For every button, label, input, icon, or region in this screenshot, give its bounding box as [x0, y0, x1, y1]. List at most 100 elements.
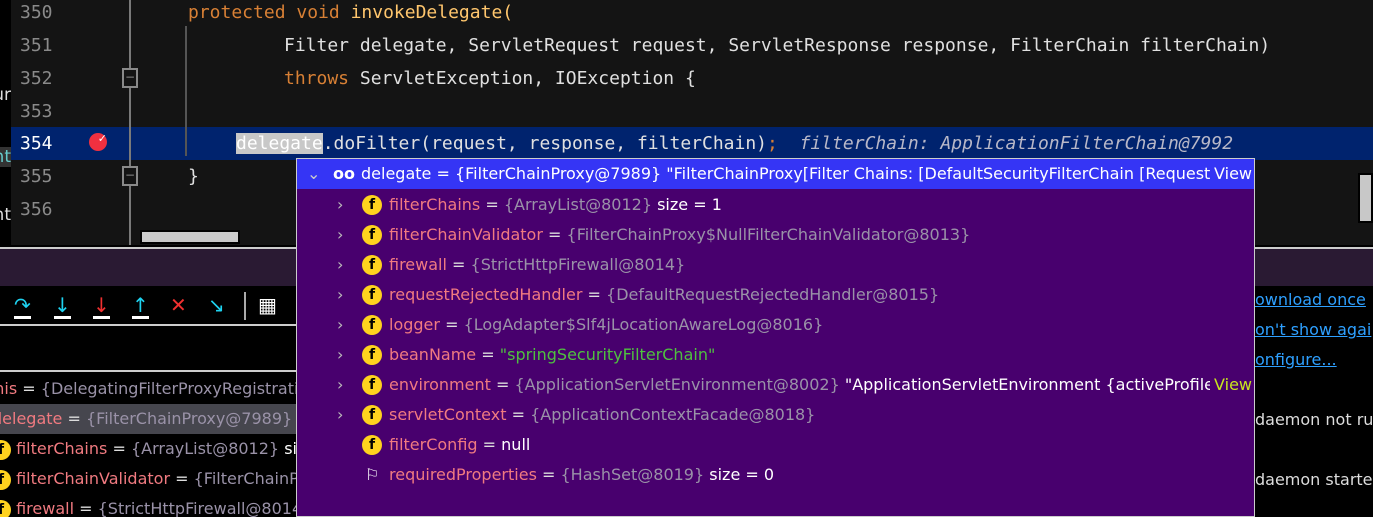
chevron-right-icon[interactable]: › — [337, 280, 343, 310]
code-text: invokeDelegate( — [350, 2, 514, 23]
code-line: 353 — [11, 95, 1373, 128]
line-number: 353 — [20, 101, 53, 122]
chevron-right-icon[interactable]: › — [337, 310, 343, 340]
field-extra: size = 0 — [709, 465, 775, 484]
chevron-right-icon[interactable]: › — [337, 190, 343, 220]
code-line: 352 throws ServletException, IOException … — [11, 62, 1373, 95]
field-icon: f — [362, 405, 382, 425]
dont-show-again-link[interactable]: on't show agai — [1255, 320, 1371, 339]
line-number: 352 — [20, 68, 53, 89]
log-message: daemon starte — [1255, 470, 1373, 489]
field-name: environment — [389, 375, 491, 394]
popup-field-row[interactable]: › f filterChains = {ArrayList@8012} size =… — [297, 190, 1254, 220]
step-out-icon[interactable]: ↑ — [132, 294, 149, 319]
notifications-panel: ownload once on't show agai onfigure... … — [1255, 290, 1373, 517]
field-name: filterConfig — [389, 435, 478, 454]
view-link[interactable]: View — [1210, 370, 1252, 400]
field-value: {ApplicationContextFacade@8018} — [530, 405, 816, 424]
fragment-text: nt — [0, 147, 11, 167]
var-name: delegate — [361, 164, 432, 183]
field-value: {LogAdapter$Slf4jLocationAwareLog@8016} — [463, 315, 824, 334]
breakpoint-icon[interactable]: ✓ — [89, 133, 107, 151]
var-name: filterChainValidator — [16, 469, 171, 488]
view-link[interactable]: View — [1210, 159, 1252, 189]
variable-row[interactable]: this = {DelegatingFilterProxyRegistratio — [0, 374, 296, 404]
field-icon: f — [0, 439, 11, 460]
var-value: {FilterChainProxy@7989} — [85, 409, 293, 428]
variable-row[interactable]: f firewall = {StrictHttpFirewall@8014} — [0, 494, 296, 517]
field-icon: f — [362, 435, 382, 455]
field-icon: f — [362, 255, 382, 275]
chevron-right-icon[interactable]: › — [337, 370, 343, 400]
field-value: {ArrayList@8012} — [503, 195, 652, 214]
force-step-into-icon[interactable]: ↓ — [93, 294, 110, 319]
vertical-scrollbar[interactable] — [1358, 173, 1373, 223]
popup-field-row[interactable]: ⚐ requiredProperties = {HashSet@8019} siz… — [297, 460, 1254, 490]
field-name: filterChains — [389, 195, 481, 214]
chevron-right-icon[interactable]: › — [337, 400, 343, 430]
chevron-right-icon[interactable]: › — [337, 250, 343, 280]
current-execution-line: 354 delegate.doFilter(request, response, … — [11, 127, 1373, 160]
chevron-right-icon[interactable]: › — [337, 220, 343, 250]
var-value: {StrictHttpFirewall@8014} — [97, 499, 296, 517]
chevron-down-icon[interactable]: ⌄ — [307, 159, 320, 189]
flag-icon: ⚐ — [365, 465, 380, 484]
code-text: Filter delegate, ServletRequest request,… — [284, 35, 1271, 56]
step-over-icon[interactable]: ↷ — [14, 294, 31, 319]
selected-text: delegate — [236, 133, 323, 154]
code-line: 351 Filter delegate, ServletRequest reque… — [11, 29, 1373, 62]
var-string: "FilterChainProxy[Filter Chains: [Defaul… — [666, 164, 1234, 183]
variable-row[interactable]: delegate = {FilterChainProxy@7989} "F — [0, 404, 296, 434]
popup-field-row[interactable]: › f beanName = "springSecurityFilterChain" — [297, 340, 1254, 370]
fragment-text: ur — [0, 85, 11, 105]
variable-row[interactable]: f filterChains = {ArrayList@8012} size — [0, 434, 296, 464]
drop-frame-icon[interactable]: ✕ — [170, 294, 187, 316]
gutter-divider — [129, 0, 131, 245]
field-name: filterChainValidator — [389, 225, 543, 244]
indent-guide — [185, 26, 187, 156]
code-line: 350 protected void invokeDelegate( — [11, 0, 1373, 29]
popup-field-row[interactable]: › f filterChainValidator = {FilterChainPro… — [297, 220, 1254, 250]
chevron-right-icon[interactable]: › — [337, 340, 343, 370]
field-name: servletContext — [389, 405, 507, 424]
field-value: {FilterChainProxy$NullFilterChainValidat… — [566, 225, 971, 244]
field-extra: "ApplicationServletEnvironment {activePr… — [844, 375, 1236, 394]
left-panel-fragment: ur nt nt — [0, 0, 11, 245]
variable-row[interactable]: f filterChainValidator = {FilterChainPro — [0, 464, 296, 494]
var-name: firewall — [16, 499, 75, 517]
field-icon: f — [0, 469, 11, 490]
configure-link[interactable]: onfigure... — [1255, 350, 1337, 369]
popup-field-row[interactable]: › f firewall = {StrictHttpFirewall@8014} — [297, 250, 1254, 280]
run-to-cursor-icon[interactable]: ↘ — [208, 294, 225, 316]
field-value: {DefaultRequestRejectedHandler@8015} — [606, 285, 940, 304]
var-value: {FilterChainPro — [193, 469, 296, 488]
var-name: this — [0, 379, 18, 398]
field-value: {ApplicationServletEnvironment@8002} — [514, 375, 840, 394]
popup-field-row[interactable]: › f servletContext = {ApplicationContextFa… — [297, 400, 1254, 430]
debug-toolbar: ↷ ↓ ↓ ↑ ✕ ↘ ▦ — [0, 286, 296, 326]
popup-field-row[interactable]: › f environment = {ApplicationServletEnvir… — [297, 370, 1254, 400]
var-name: delegate — [0, 409, 63, 428]
popup-field-row[interactable]: › f logger = {LogAdapter$Slf4jLocationAwar… — [297, 310, 1254, 340]
horizontal-scrollbar[interactable] — [140, 230, 240, 244]
field-icon: f — [362, 345, 382, 365]
field-icon: f — [362, 375, 382, 395]
field-icon: f — [362, 195, 382, 215]
popup-header-row[interactable]: ⌄ oo delegate = {FilterChainProxy@7989} … — [297, 159, 1254, 189]
fold-icon[interactable]: − — [122, 68, 138, 88]
field-icon: f — [362, 225, 382, 245]
var-extra: size — [284, 439, 296, 458]
line-number: 356 — [20, 199, 53, 220]
watch-glasses-icon: oo — [333, 164, 355, 183]
field-string: "springSecurityFilterChain" — [499, 345, 716, 364]
code-text: .doFilter(request, response, filterChain… — [322, 133, 768, 154]
semicolon: ; — [767, 133, 778, 154]
line-number: 351 — [20, 35, 53, 56]
evaluate-expression-icon[interactable]: ▦ — [258, 294, 277, 316]
popup-field-row[interactable]: f filterConfig = null — [297, 430, 1254, 460]
step-into-icon[interactable]: ↓ — [54, 294, 71, 319]
popup-field-row[interactable]: › f requestRejectedHandler = {DefaultReque… — [297, 280, 1254, 310]
download-once-link[interactable]: ownload once — [1255, 290, 1366, 309]
field-name: logger — [389, 315, 440, 334]
fold-icon[interactable]: − — [122, 166, 138, 186]
